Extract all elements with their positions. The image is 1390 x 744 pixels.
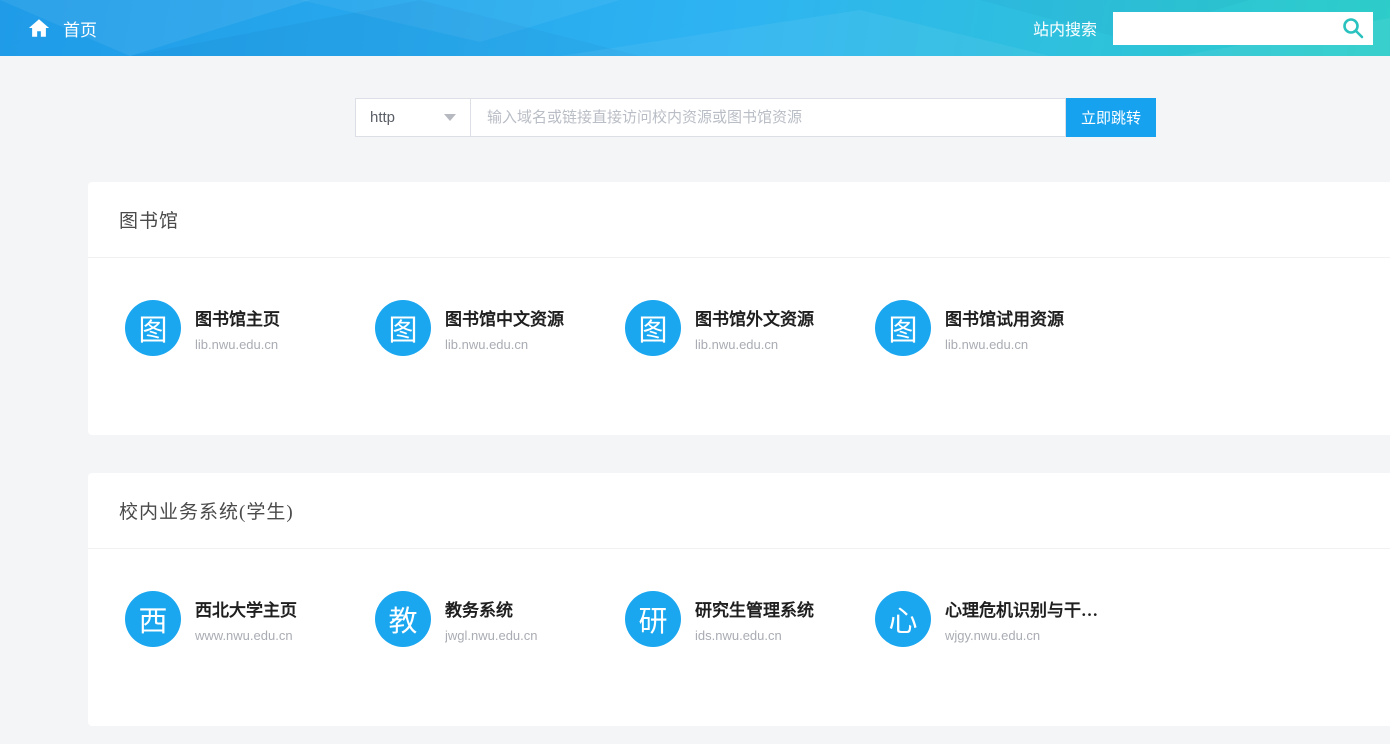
search-icon[interactable] [1341, 16, 1365, 40]
link-card-icon: 图 [125, 300, 181, 356]
link-card-title: 研究生管理系统 [695, 596, 814, 621]
link-card-icon: 心 [875, 591, 931, 647]
protocol-select[interactable]: http [355, 98, 471, 137]
link-card-icon: 图 [875, 300, 931, 356]
nav-home[interactable]: 首页 [28, 16, 97, 41]
chevron-down-icon [444, 114, 456, 121]
site-search-area: 站内搜索 [1033, 12, 1373, 45]
home-icon [28, 17, 50, 39]
link-card-title: 图书馆试用资源 [945, 305, 1064, 330]
top-navbar: 首页 站内搜索 [0, 0, 1390, 56]
link-card-texts: 图书馆主页 lib.nwu.edu.cn [195, 305, 280, 352]
link-card-icon: 教 [375, 591, 431, 647]
jump-button[interactable]: 立即跳转 [1066, 98, 1156, 137]
link-card-url: lib.nwu.edu.cn [445, 337, 564, 352]
link-card-icon: 图 [625, 300, 681, 356]
link-card-url: lib.nwu.edu.cn [695, 337, 814, 352]
link-card-texts: 图书馆试用资源 lib.nwu.edu.cn [945, 305, 1064, 352]
sections-container: 图书馆 图 图书馆主页 lib.nwu.edu.cn 图 图书馆中文资源 lib… [0, 182, 1390, 726]
link-card-url: lib.nwu.edu.cn [945, 337, 1064, 352]
link-card-url: www.nwu.edu.cn [195, 628, 297, 643]
section-title: 图书馆 [88, 182, 1390, 258]
link-card-texts: 西北大学主页 www.nwu.edu.cn [195, 596, 297, 643]
link-card-title: 图书馆外文资源 [695, 305, 814, 330]
link-card-icon: 研 [625, 591, 681, 647]
link-card-texts: 教务系统 jwgl.nwu.edu.cn [445, 596, 538, 643]
link-card[interactable]: 图 图书馆外文资源 lib.nwu.edu.cn [625, 300, 865, 356]
link-card-texts: 图书馆外文资源 lib.nwu.edu.cn [695, 305, 814, 352]
link-card-title: 心理危机识别与干… [945, 596, 1098, 621]
link-card-icon: 图 [375, 300, 431, 356]
link-card[interactable]: 图 图书馆试用资源 lib.nwu.edu.cn [875, 300, 1115, 356]
link-card-url: ids.nwu.edu.cn [695, 628, 814, 643]
jump-url-input[interactable] [470, 98, 1066, 137]
link-card-title: 西北大学主页 [195, 596, 297, 621]
link-card-url: lib.nwu.edu.cn [195, 337, 280, 352]
section-card-grid: 图 图书馆主页 lib.nwu.edu.cn 图 图书馆中文资源 lib.nwu… [88, 258, 1390, 435]
site-search-box [1113, 12, 1373, 45]
link-card-url: wjgy.nwu.edu.cn [945, 628, 1098, 643]
section-card-grid: 西 西北大学主页 www.nwu.edu.cn 教 教务系统 jwgl.nwu.… [88, 549, 1390, 726]
site-search-label: 站内搜索 [1033, 16, 1097, 40]
link-card[interactable]: 教 教务系统 jwgl.nwu.edu.cn [375, 591, 615, 647]
link-card[interactable]: 图 图书馆主页 lib.nwu.edu.cn [125, 300, 365, 356]
link-card-title: 教务系统 [445, 596, 538, 621]
link-card-url: jwgl.nwu.edu.cn [445, 628, 538, 643]
link-card[interactable]: 西 西北大学主页 www.nwu.edu.cn [125, 591, 365, 647]
section-panel: 图书馆 图 图书馆主页 lib.nwu.edu.cn 图 图书馆中文资源 lib… [88, 182, 1390, 435]
protocol-select-value: http [370, 109, 395, 126]
link-card[interactable]: 研 研究生管理系统 ids.nwu.edu.cn [625, 591, 865, 647]
section-panel: 校内业务系统(学生) 西 西北大学主页 www.nwu.edu.cn 教 教务系… [88, 473, 1390, 726]
link-card-texts: 心理危机识别与干… wjgy.nwu.edu.cn [945, 596, 1098, 643]
link-card-title: 图书馆主页 [195, 305, 280, 330]
section-title: 校内业务系统(学生) [88, 473, 1390, 549]
url-jump-bar: http 立即跳转 [355, 98, 1390, 137]
site-search-input[interactable] [1113, 12, 1341, 45]
link-card-texts: 图书馆中文资源 lib.nwu.edu.cn [445, 305, 564, 352]
link-card-icon: 西 [125, 591, 181, 647]
link-card-texts: 研究生管理系统 ids.nwu.edu.cn [695, 596, 814, 643]
nav-home-label: 首页 [63, 16, 97, 41]
link-card-title: 图书馆中文资源 [445, 305, 564, 330]
link-card[interactable]: 图 图书馆中文资源 lib.nwu.edu.cn [375, 300, 615, 356]
link-card[interactable]: 心 心理危机识别与干… wjgy.nwu.edu.cn [875, 591, 1115, 647]
